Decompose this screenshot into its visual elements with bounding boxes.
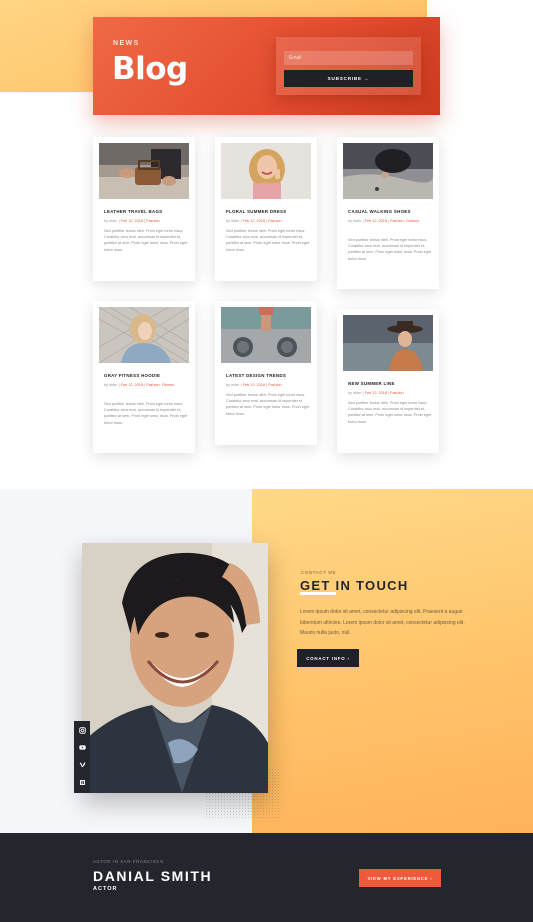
footer-kicker: ACTOR IN SAN FRANCISCO (93, 859, 164, 864)
post-author[interactable]: by elder (348, 391, 362, 395)
post-image-leather-bag[interactable] (99, 143, 189, 199)
post-title[interactable]: CASUAL WALKING SHOES (348, 209, 411, 214)
blog-card[interactable]: CASUAL WALKING SHOES by elder | Feb 12, … (337, 137, 439, 289)
post-title[interactable]: GRAY FITNESS HOODIE (104, 373, 160, 378)
chevron-right-icon: › (430, 875, 433, 881)
post-date: Feb 12, 2018 (120, 383, 144, 387)
post-excerpt: Sed porttitor lectus nibh. Proin eget to… (348, 401, 432, 424)
post-image-smiling-woman[interactable] (221, 143, 311, 199)
post-excerpt: Sed porttitor lectus nibh. Proin eget to… (104, 402, 188, 425)
post-title[interactable]: LEATHER TRAVEL BAGS (104, 209, 162, 214)
post-meta: by elder | Feb 12, 2018 | Fashion, Outdo… (348, 219, 420, 223)
blog-card[interactable]: LATEST DESIGN TRENDS by elder | Feb 12, … (215, 301, 317, 445)
post-meta: by elder | Feb 12, 2018 | Fashion, Fitne… (104, 383, 174, 387)
actor-portrait (82, 543, 268, 793)
contact-info-button-label: CONACT INFO (306, 655, 346, 661)
post-date: Feb 12, 2018 (364, 391, 388, 395)
arrow-right-icon: → (363, 76, 370, 81)
view-experience-button[interactable]: VIEW MY EXPERIENCE › (359, 869, 441, 887)
post-image-hoodie[interactable] (99, 307, 189, 363)
page: NEWS Blog SUBSCRIBE → LEATHER TRAVEL BA (0, 0, 533, 922)
post-excerpt: Sed porttitor lectus nibh. Proin eget to… (348, 238, 432, 261)
view-experience-button-label: VIEW MY EXPERIENCE (367, 875, 429, 881)
hero-kicker: NEWS (113, 40, 140, 47)
post-author[interactable]: by elder (104, 219, 118, 223)
imdb-icon[interactable] (78, 778, 86, 786)
post-author[interactable]: by elder (104, 383, 118, 387)
instagram-icon[interactable] (78, 726, 86, 734)
contact-right-background (252, 489, 533, 833)
post-date: Feb 12, 2018 (242, 383, 266, 387)
post-category[interactable]: Fashion, Fitness (146, 383, 174, 387)
post-meta: by elder | Feb 12, 2018 | Fashion (104, 219, 160, 223)
post-excerpt: Sed porttitor lectus nibh. Proin eget to… (104, 229, 188, 252)
contact-kicker: CONTACT ME (301, 570, 337, 575)
contact-info-button[interactable]: CONACT INFO › (297, 649, 359, 667)
footer-role: ACTOR (93, 886, 118, 892)
subscribe-button-label: SUBSCRIBE (327, 76, 362, 81)
title-underline (300, 592, 336, 595)
email-field[interactable] (284, 51, 413, 65)
post-author[interactable]: by elder (226, 219, 240, 223)
blog-card[interactable]: FLORAL SUMMER DRESS by elder | Feb 12, 2… (215, 137, 317, 281)
post-title[interactable]: FLORAL SUMMER DRESS (226, 209, 287, 214)
vimeo-icon[interactable] (78, 760, 86, 768)
footer-name: DANIAL SMITH (93, 868, 213, 884)
post-meta: by elder | Feb 12, 2018 | Fashion (348, 391, 404, 395)
post-author[interactable]: by elder (348, 219, 362, 223)
blog-hero-banner: NEWS Blog SUBSCRIBE → (93, 17, 440, 115)
post-title[interactable]: NEW SUMMER LINE (348, 381, 395, 386)
blog-card[interactable]: LEATHER TRAVEL BAGS by elder | Feb 12, 2… (93, 137, 195, 281)
social-links-bar (74, 721, 90, 793)
post-image-laundromat[interactable] (221, 307, 311, 363)
subscribe-form: SUBSCRIBE → (276, 37, 421, 95)
contact-body-text: Lorem ipsum dolor sit amet, consectetur … (300, 609, 465, 636)
post-author[interactable]: by elder (226, 383, 240, 387)
post-meta: by elder | Feb 12, 2018 | Fashion (226, 219, 282, 223)
page-title: Blog (112, 51, 188, 87)
post-date: Feb 12, 2018 (242, 219, 266, 223)
post-category[interactable]: Fashion, Outdoor (390, 219, 419, 223)
post-excerpt: Sed porttitor lectus nibh. Proin eget to… (226, 393, 310, 416)
youtube-icon[interactable] (78, 743, 86, 751)
post-date: Feb 12, 2018 (364, 219, 388, 223)
post-excerpt: Sed porttitor lectus nibh. Proin eget to… (226, 229, 310, 252)
blog-card[interactable]: GRAY FITNESS HOODIE by elder | Feb 12, 2… (93, 301, 195, 453)
post-image-woman-hat[interactable] (343, 315, 433, 371)
post-category[interactable]: Fashion (268, 219, 282, 223)
post-title[interactable]: LATEST DESIGN TRENDS (226, 373, 286, 378)
post-category[interactable]: Fashion (146, 219, 160, 223)
post-category[interactable]: Fashion (268, 383, 282, 387)
chevron-right-icon: › (347, 655, 350, 661)
subscribe-button[interactable]: SUBSCRIBE → (284, 70, 413, 87)
post-meta: by elder | Feb 12, 2018 | Fashion (226, 383, 282, 387)
post-category[interactable]: Fashion (390, 391, 404, 395)
contact-title: GET IN TOUCH (300, 578, 409, 593)
blog-card[interactable]: NEW SUMMER LINE by elder | Feb 12, 2018 … (337, 309, 439, 453)
footer: ACTOR IN SAN FRANCISCO DANIAL SMITH ACTO… (0, 833, 533, 922)
post-image-water-edge[interactable] (343, 143, 433, 199)
post-date: Feb 12, 2018 (120, 219, 144, 223)
